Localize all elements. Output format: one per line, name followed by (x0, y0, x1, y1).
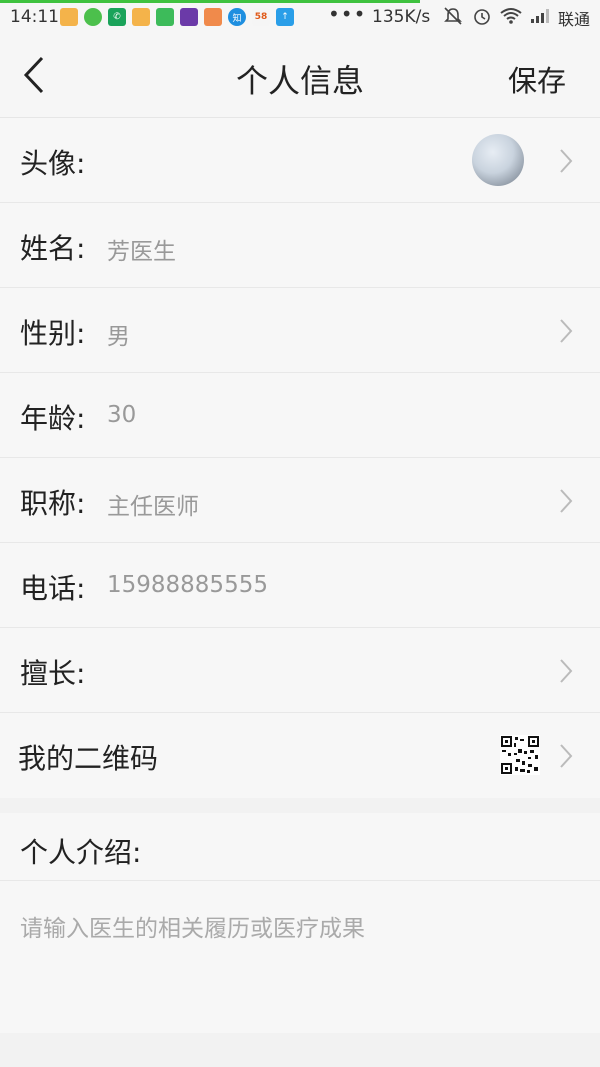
58-icon: 58 (252, 8, 270, 26)
notification-icon (60, 8, 78, 26)
intro-title: 个人介绍: (20, 836, 142, 869)
chevron-right-icon (560, 744, 573, 768)
title-row[interactable]: 职称: 主任医师 (0, 458, 600, 543)
avatar-row[interactable]: 头像: (0, 118, 600, 203)
signal-icon (530, 8, 550, 28)
qr-code-icon (500, 735, 540, 775)
notification-icon (132, 8, 150, 26)
age-value[interactable]: 30 (107, 402, 136, 428)
chevron-right-icon (560, 659, 573, 683)
chevron-right-icon (560, 149, 573, 173)
row-label: 性别: (20, 317, 86, 350)
row-label: 职称: (20, 487, 86, 520)
zhi-icon: 知 (228, 8, 246, 26)
app-icon (180, 8, 198, 26)
qr-code-row[interactable]: 我的二维码 (0, 713, 600, 798)
specialty-row[interactable]: 擅长: (0, 628, 600, 713)
intro-header: 个人介绍: (0, 813, 600, 881)
status-time: 14:11 (10, 7, 59, 27)
gender-value: 男 (107, 324, 130, 350)
nav-header: 个人信息 保存 (0, 34, 600, 118)
carrier-name: 联通 (557, 10, 590, 29)
phone-icon: ✆ (108, 8, 126, 26)
phone-value[interactable]: 15988885555 (107, 572, 268, 598)
status-bar: 14:11 ✆ 知 58 ↑ ••• 135K/s 联通 (0, 0, 600, 34)
wifi-icon (500, 7, 522, 29)
more-notifications-icon: ••• (328, 2, 367, 26)
title-value: 主任医师 (107, 494, 199, 520)
alarm-icon (472, 6, 492, 30)
wechat-icon (84, 8, 102, 26)
mute-icon (442, 6, 464, 30)
row-label: 年龄: (20, 402, 86, 435)
intro-textarea[interactable]: 请输入医生的相关履历或医疗成果 (20, 909, 580, 943)
name-row[interactable]: 姓名: 芳医生 (0, 203, 600, 288)
network-speed: 135K/s (372, 7, 431, 27)
app-icon (156, 8, 174, 26)
row-label: 头像: (20, 147, 86, 180)
upload-icon: ↑ (276, 8, 294, 26)
intro-section: 个人介绍: 请输入医生的相关履历或医疗成果 (0, 813, 600, 1033)
row-label: 姓名: (20, 232, 86, 265)
notification-icons: ✆ 知 58 ↑ (60, 8, 294, 26)
avatar[interactable] (472, 134, 524, 186)
save-button[interactable]: 保存 (508, 58, 566, 100)
row-label: 我的二维码 (18, 742, 159, 775)
row-label: 擅长: (20, 657, 86, 690)
gender-row[interactable]: 性别: 男 (0, 288, 600, 373)
chevron-right-icon (560, 319, 573, 343)
info-list: 头像: 姓名: 芳医生 性别: 男 年龄: 30 职称: 主任医师 电话: 15… (0, 118, 600, 798)
chevron-right-icon (560, 489, 573, 513)
app-icon (204, 8, 222, 26)
name-value[interactable]: 芳医生 (107, 232, 176, 266)
row-label: 电话: (20, 572, 86, 605)
phone-row[interactable]: 电话: 15988885555 (0, 543, 600, 628)
age-row[interactable]: 年龄: 30 (0, 373, 600, 458)
